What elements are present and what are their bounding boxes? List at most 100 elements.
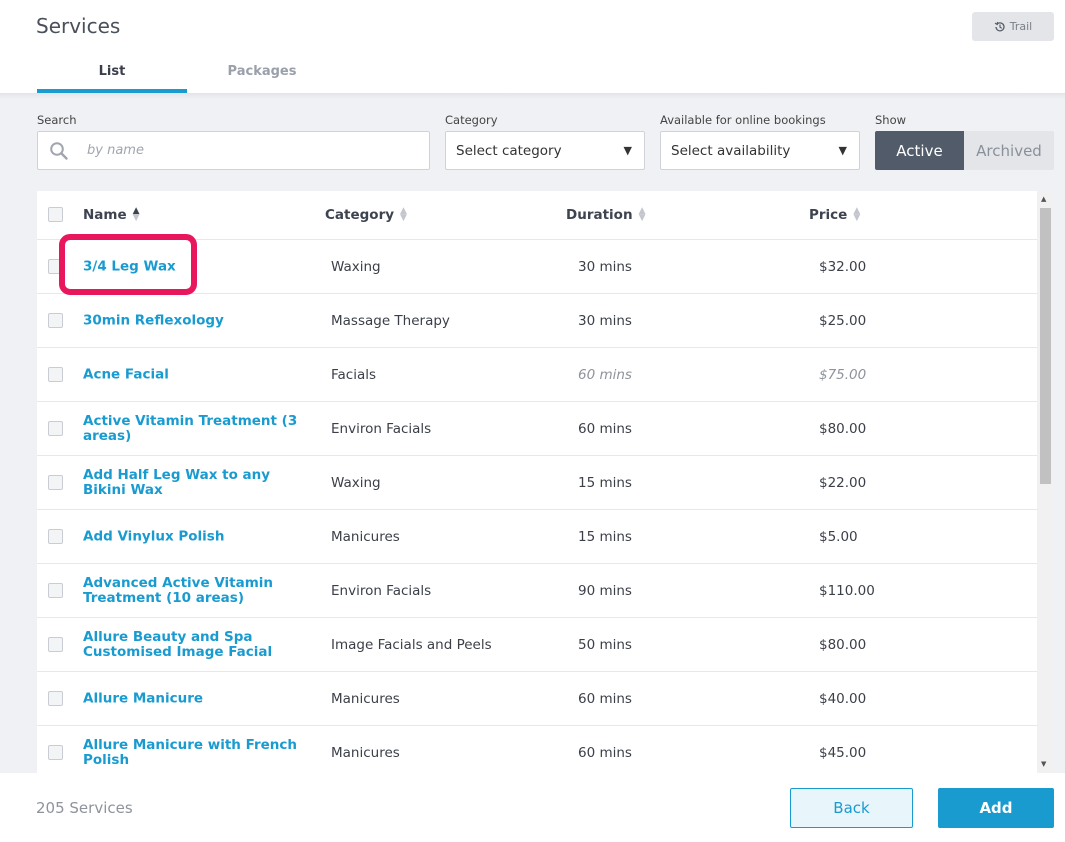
back-button[interactable]: Back — [790, 788, 913, 828]
service-duration: 90 mins — [578, 582, 632, 599]
row-checkbox[interactable] — [48, 745, 63, 760]
column-duration[interactable]: Duration ▲ ▼ — [566, 206, 646, 224]
show-label: Show — [875, 113, 907, 127]
scroll-down-icon[interactable]: ▼ — [1041, 760, 1046, 768]
table-header: Name ▲ ▼ Category ▲ ▼ Duration ▲ ▼ Price ▲ ▼ — [37, 191, 1037, 240]
table-row[interactable]: Add Vinylux Polish Manicures 15 mins $5.… — [37, 510, 1037, 564]
service-price: $5.00 — [819, 528, 858, 545]
category-select-value: Select category — [456, 142, 562, 159]
table-row[interactable]: Acne Facial Facials 60 mins $75.00 — [37, 348, 1037, 402]
row-checkbox[interactable] — [48, 637, 63, 652]
row-checkbox[interactable] — [48, 475, 63, 490]
service-name-link[interactable]: Advanced Active Vitamin Treatment (10 ar… — [83, 575, 315, 606]
table-row[interactable]: Allure Beauty and Spa Customised Image F… — [37, 618, 1037, 672]
availability-label: Available for online bookings — [660, 113, 826, 127]
row-checkbox[interactable] — [48, 313, 63, 328]
show-active-toggle[interactable]: Active — [875, 131, 964, 170]
service-category: Environ Facials — [331, 420, 432, 437]
table-row[interactable]: Allure Manicure with French Polish Manic… — [37, 726, 1037, 773]
sort-icon: ▲ ▼ — [132, 206, 140, 223]
sort-icon: ▲ ▼ — [853, 206, 861, 223]
service-name-link[interactable]: 30min Reflexology — [83, 313, 315, 328]
service-category: Manicures — [331, 528, 400, 545]
row-checkbox[interactable] — [48, 529, 63, 544]
column-price-label: Price — [809, 207, 848, 223]
service-category: Environ Facials — [331, 582, 432, 599]
service-duration: 60 mins — [578, 744, 632, 761]
service-name-link[interactable]: Acne Facial — [83, 367, 315, 382]
service-duration: 60 mins — [578, 366, 632, 383]
service-price: $22.00 — [819, 474, 867, 491]
service-duration: 60 mins — [578, 690, 632, 707]
chevron-down-icon: ▼ — [623, 144, 632, 157]
trail-button[interactable]: Trail — [972, 12, 1054, 41]
service-name-link[interactable]: Add Half Leg Wax to any Bikini Wax — [83, 467, 315, 498]
scroll-up-icon[interactable]: ▲ — [1041, 195, 1046, 203]
row-checkbox[interactable] — [48, 421, 63, 436]
service-duration: 15 mins — [578, 474, 632, 491]
table-row[interactable]: Add Half Leg Wax to any Bikini Wax Waxin… — [37, 456, 1037, 510]
service-duration: 15 mins — [578, 528, 632, 545]
table-row[interactable]: Allure Manicure Manicures 60 mins $40.00 — [37, 672, 1037, 726]
service-price: $25.00 — [819, 312, 867, 329]
service-name-link[interactable]: Active Vitamin Treatment (3 areas) — [83, 413, 315, 444]
table-row[interactable]: 30min Reflexology Massage Therapy 30 min… — [37, 294, 1037, 348]
service-category: Manicures — [331, 744, 400, 761]
page-header: Services Trail List Packages — [0, 0, 1065, 94]
chevron-down-icon: ▼ — [838, 144, 847, 157]
row-checkbox[interactable] — [48, 367, 63, 382]
show-archived-toggle[interactable]: Archived — [964, 131, 1054, 170]
page-title: Services — [36, 14, 121, 38]
service-price: $75.00 — [819, 366, 867, 383]
row-checkbox[interactable] — [48, 691, 63, 706]
availability-select-value: Select availability — [671, 142, 791, 159]
service-name-link[interactable]: Add Vinylux Polish — [83, 529, 315, 544]
sort-icon: ▲ ▼ — [638, 206, 646, 223]
select-all-checkbox[interactable] — [48, 207, 63, 222]
category-select[interactable]: Select category ▼ — [445, 131, 645, 170]
tab-packages[interactable]: Packages — [187, 58, 337, 93]
search-label: Search — [37, 113, 77, 127]
service-category: Facials — [331, 366, 377, 383]
table-scrollbar[interactable]: ▲ ▼ — [1037, 191, 1054, 773]
column-price[interactable]: Price ▲ ▼ — [809, 206, 861, 224]
service-duration: 30 mins — [578, 258, 632, 275]
table-row[interactable]: Advanced Active Vitamin Treatment (10 ar… — [37, 564, 1037, 618]
scrollbar-thumb[interactable] — [1040, 208, 1051, 484]
search-icon — [50, 141, 68, 160]
column-category[interactable]: Category ▲ ▼ — [325, 206, 407, 224]
add-button[interactable]: Add — [938, 788, 1054, 828]
tab-list[interactable]: List — [37, 58, 187, 93]
search-input[interactable] — [87, 143, 387, 158]
highlight-annotation — [59, 234, 197, 295]
service-price: $45.00 — [819, 744, 867, 761]
service-category: Waxing — [331, 258, 381, 275]
services-table: Name ▲ ▼ Category ▲ ▼ Duration ▲ ▼ Price ▲ ▼… — [37, 191, 1054, 773]
availability-select[interactable]: Select availability ▼ — [660, 131, 860, 170]
service-price: $110.00 — [819, 582, 875, 599]
service-price: $32.00 — [819, 258, 867, 275]
service-name-link[interactable]: Allure Manicure — [83, 691, 315, 706]
row-checkbox[interactable] — [48, 583, 63, 598]
service-duration: 60 mins — [578, 420, 632, 437]
service-price: $80.00 — [819, 420, 867, 437]
column-category-label: Category — [325, 207, 395, 223]
service-category: Image Facials and Peels — [331, 636, 492, 653]
sort-icon: ▲ ▼ — [400, 206, 407, 223]
category-label: Category — [445, 113, 498, 127]
service-name-link[interactable]: Allure Manicure with French Polish — [83, 737, 315, 768]
history-icon — [994, 21, 1005, 31]
service-price: $80.00 — [819, 636, 867, 653]
column-duration-label: Duration — [566, 207, 633, 223]
service-category: Massage Therapy — [331, 312, 450, 329]
search-field[interactable] — [37, 131, 430, 170]
column-name-label: Name — [83, 207, 127, 223]
table-row[interactable]: Active Vitamin Treatment (3 areas) Envir… — [37, 402, 1037, 456]
service-duration: 50 mins — [578, 636, 632, 653]
service-name-link[interactable]: Allure Beauty and Spa Customised Image F… — [83, 629, 315, 660]
column-name[interactable]: Name ▲ ▼ — [83, 206, 140, 224]
service-category: Waxing — [331, 474, 381, 491]
service-price: $40.00 — [819, 690, 867, 707]
service-duration: 30 mins — [578, 312, 632, 329]
services-count: 205 Services — [36, 799, 133, 817]
